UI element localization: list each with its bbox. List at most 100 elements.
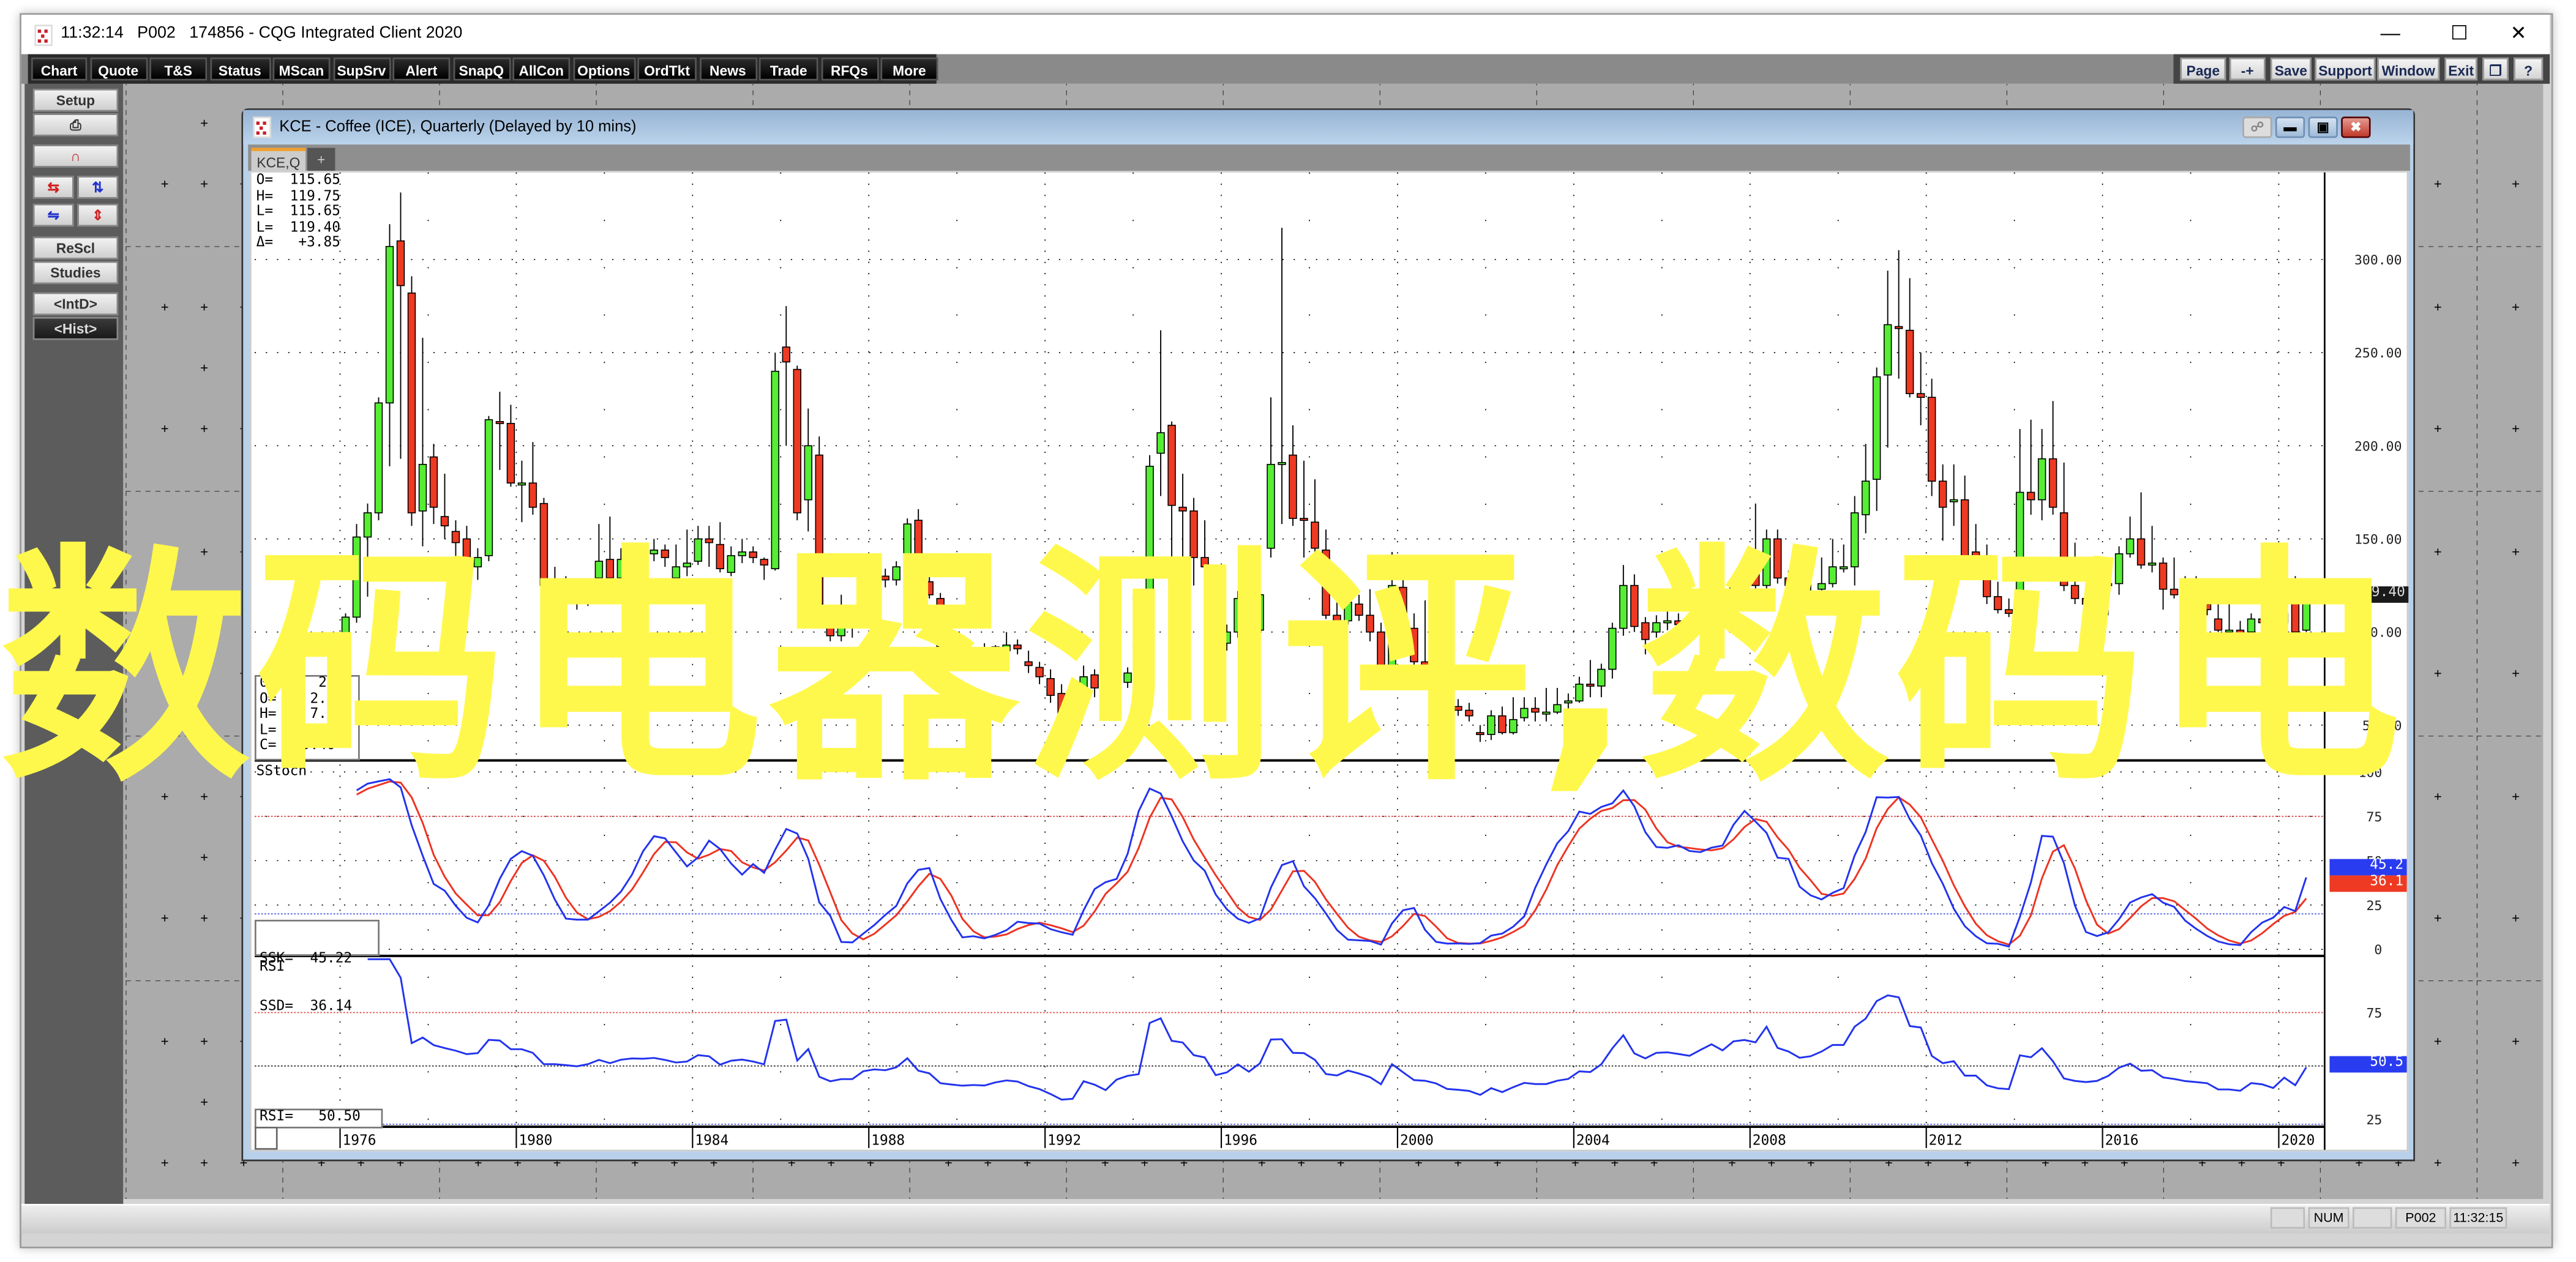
candle-body-down (1377, 631, 1385, 666)
candle (1818, 557, 1826, 595)
toolbar-button-chart[interactable]: Chart (31, 57, 88, 81)
readout-label: O= (256, 172, 282, 189)
toolbar-button-options[interactable]: Options (572, 57, 635, 81)
candle-body-up (1542, 711, 1551, 715)
candle-body-up (1762, 538, 1771, 586)
candle (705, 526, 714, 567)
readout-value: 119.40 (281, 219, 341, 236)
toolbar-button-status[interactable]: Status (209, 57, 271, 81)
candle-body-up (1564, 700, 1573, 704)
exit-button[interactable]: Exit (2444, 57, 2477, 81)
candle-body-up (1487, 715, 1496, 735)
toolbar-button-trade[interactable]: Trade (758, 57, 818, 81)
toolbar-button-allcon[interactable]: AllCon (512, 57, 571, 81)
candle-body-down (396, 240, 405, 286)
candle-body-down (407, 292, 416, 513)
candle-body-up (2037, 458, 2046, 501)
candle-body-up (1608, 627, 1617, 670)
help-button[interactable]: ? (2514, 57, 2544, 81)
candle (1971, 524, 1980, 577)
toolbar-button-news[interactable]: News (698, 57, 757, 81)
candle (1487, 710, 1496, 741)
toolbar-button-ordtkt[interactable]: OrdTkt (637, 57, 697, 81)
candle-body-down (1454, 706, 1462, 711)
candle-body-up (1079, 676, 1088, 696)
candle-body-up (2225, 629, 2234, 633)
candle (1696, 608, 1705, 632)
chart-svg[interactable]: 300.00 250.00 200.00 150.00 100.00 50.00 100 75… (0, 0, 2576, 1261)
candle-body-down (1399, 586, 1407, 624)
candle (1355, 594, 1363, 621)
candle-body-up (870, 575, 878, 586)
candle (1586, 660, 1595, 698)
candle-body-down (1773, 538, 1782, 579)
toolbar-button-ts[interactable]: T&S (149, 57, 208, 81)
candle (1211, 576, 1220, 648)
candle (561, 576, 571, 610)
toolbar-button-mscan[interactable]: MScan (272, 57, 331, 81)
readout-value: 9.40 (285, 737, 335, 754)
candle-body-up (2302, 595, 2311, 631)
toolbar-button-more[interactable]: More (880, 57, 938, 81)
candle-body-down (495, 420, 504, 424)
candle (1608, 622, 1617, 679)
toolbar-button-snapq[interactable]: SnapQ (452, 57, 511, 81)
candle-body-up (374, 402, 383, 513)
candle-body-down (914, 520, 923, 583)
sstoch-tick-label: 25 (2366, 898, 2382, 914)
candle-body-down (1498, 715, 1507, 733)
candle-body-up (2147, 562, 2157, 566)
candle (429, 444, 438, 525)
candle-body-up (484, 419, 493, 556)
candle (661, 544, 670, 567)
window-button[interactable]: Window (2377, 57, 2440, 81)
candle (969, 651, 978, 666)
candle (771, 353, 779, 571)
support-button[interactable]: Support (2315, 57, 2376, 81)
candle-body-down (2159, 562, 2168, 590)
candle-body-up (330, 657, 339, 672)
candle (1278, 228, 1286, 525)
candle (2136, 492, 2146, 569)
zoom-button[interactable]: -+ (2229, 57, 2266, 81)
candle (1674, 613, 1683, 632)
candle-body-down (1443, 695, 1451, 708)
candle-body-down (528, 482, 537, 508)
candle (2159, 557, 2168, 610)
toolbar-button-alert[interactable]: Alert (392, 57, 451, 81)
ssd-tag: 36.1 (2329, 875, 2407, 891)
candle-body-up (903, 523, 912, 581)
axis-corner-box[interactable] (254, 1126, 278, 1150)
candle-body-up (583, 584, 593, 599)
candle-body-down (716, 543, 725, 570)
candle-body-down (936, 598, 945, 648)
candle-body-down (1960, 499, 1969, 556)
candle (1234, 591, 1242, 638)
candle-body-down (1531, 708, 1540, 713)
page-button[interactable]: Page (2180, 57, 2226, 81)
toolbar-button-supsrv[interactable]: SupSrv (332, 57, 391, 81)
candle (1200, 520, 1209, 577)
candle (1740, 572, 1749, 591)
time-tick-label: 2000 (1400, 1133, 1434, 1149)
toolbar-button-rfqs[interactable]: RFQs (820, 57, 878, 81)
candle (1861, 444, 1870, 534)
candle-body-down (1057, 693, 1066, 719)
candle-body-down (815, 454, 823, 605)
candle-body-down (826, 613, 834, 637)
candle-body-down (925, 581, 934, 596)
toolbar-button-quote[interactable]: Quote (89, 57, 148, 81)
candle-body-down (661, 549, 670, 558)
candle-body-down (2181, 594, 2190, 603)
candle-body-up (1818, 583, 1826, 590)
status-num: NUM (2308, 1207, 2349, 1229)
candle (1619, 565, 1628, 636)
save-button[interactable]: Save (2270, 57, 2312, 81)
candle-body-up (1278, 461, 1286, 465)
restore-button[interactable]: ❐ (2482, 57, 2509, 81)
candle (991, 644, 1000, 659)
price-tick-label: 200.00 (2354, 439, 2402, 454)
candle (2114, 546, 2124, 595)
candle-body-down (760, 559, 768, 566)
readout-row: O= 115.65 (256, 172, 340, 189)
